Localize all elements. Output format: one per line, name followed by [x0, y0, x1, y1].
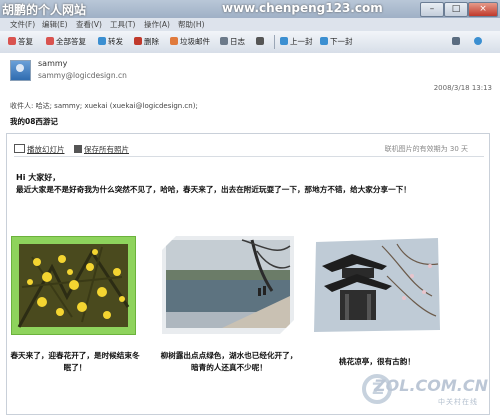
save-icon [74, 145, 82, 153]
sender-email[interactable]: sammy@logicdesign.cn [38, 71, 127, 80]
save-photos-label: 保存所有照片 [84, 145, 129, 154]
play-slideshow-label: 播放幻灯片 [27, 145, 65, 154]
menu-actions[interactable]: 操作(A) [144, 19, 170, 30]
play-slideshow-link[interactable]: 播放幻灯片 [14, 144, 65, 155]
delete-button[interactable]: 删除 [134, 36, 159, 48]
forward-button[interactable]: 转发 [98, 36, 123, 48]
maximize-button[interactable]: □ [444, 2, 468, 17]
caption-pavilion: 桃花凉亭，很有古韵！ [339, 357, 415, 366]
sender-name[interactable]: sammy [38, 59, 67, 68]
watermark-sub: 中关村在线 [438, 398, 478, 406]
menu-edit[interactable]: 编辑(E) [42, 19, 68, 30]
help-button[interactable] [474, 36, 484, 48]
greeting: Hi 大家好， [16, 173, 61, 182]
options-icon [452, 37, 460, 45]
forward-icon [98, 37, 106, 45]
link-validity: 联机图片的有效期为 30 天 [384, 145, 468, 153]
close-button[interactable]: × [468, 2, 498, 17]
next-label: 下一封 [330, 37, 353, 46]
recipients: 收件人: 哈达; sammy; xuekai (xuekai@logicdesi… [10, 102, 198, 110]
caption-flowers: 春天来了，迎春花开了，是时候结束冬眠了！ [10, 351, 140, 372]
calendar-label: 日志 [230, 37, 245, 46]
reply-button[interactable]: 答复 [8, 36, 33, 48]
message-date: 2008/3/18 13:13 [433, 84, 492, 92]
lake-image [162, 236, 294, 334]
reply-label: 答复 [18, 37, 33, 46]
calendar-icon [220, 37, 228, 45]
help-icon [474, 37, 482, 45]
photo-pavilion[interactable] [312, 236, 442, 334]
window-titlebar: 胡鹏的个人网站 www.chenpeng123.com – □ × [0, 0, 500, 18]
arrow-up-icon [280, 37, 288, 45]
junk-label: 垃圾邮件 [180, 37, 210, 46]
reply-all-button[interactable]: 全部答复 [46, 36, 86, 48]
avatar [10, 60, 31, 81]
delete-label: 删除 [144, 37, 159, 46]
forward-label: 转发 [108, 37, 123, 46]
photo-lake[interactable] [162, 236, 294, 334]
photo-flowers[interactable] [12, 237, 135, 334]
watermark-logo: ZOL.COM.CN [374, 376, 488, 395]
junk-icon [170, 37, 178, 45]
window-title-left: 胡鹏的个人网站 [2, 3, 87, 17]
message-subject: 我的08西游记 [10, 117, 58, 126]
slideshow-icon [14, 144, 25, 153]
menu-bar: 文件(F) 编辑(E) 查看(V) 工具(T) 操作(A) 帮助(H) [0, 18, 500, 31]
prev-label: 上一封 [290, 37, 313, 46]
body-paragraph: 最近大家是不是好奇我为什么突然不见了，哈哈，春天来了，出去在附近玩耍了一下，那地… [16, 185, 411, 194]
menu-view[interactable]: 查看(V) [76, 19, 102, 30]
save-photos-link[interactable]: 保存所有照片 [74, 144, 129, 155]
reply-all-icon [46, 37, 54, 45]
menu-file[interactable]: 文件(F) [10, 19, 35, 30]
menu-tools[interactable]: 工具(T) [110, 19, 135, 30]
arrow-down-icon [320, 37, 328, 45]
toolbar: 答复 全部答复 转发 删除 垃圾邮件 日志 上一封 下一封 [0, 31, 500, 54]
next-button[interactable]: 下一封 [320, 36, 353, 48]
window-title-right: www.chenpeng123.com [222, 1, 383, 15]
reply-all-label: 全部答复 [56, 37, 86, 46]
print-icon [256, 37, 264, 45]
options-button[interactable] [452, 36, 462, 48]
print-button[interactable] [256, 36, 266, 48]
calendar-button[interactable]: 日志 [220, 36, 245, 48]
delete-icon [134, 37, 142, 45]
flowers-image [17, 244, 130, 328]
menu-help[interactable]: 帮助(H) [178, 19, 205, 30]
reply-icon [8, 37, 16, 45]
minimize-button[interactable]: – [420, 2, 444, 17]
caption-lake: 柳树露出点点绿色，湖水也已经化开了，暗青的人还真不少呢！ [160, 351, 298, 372]
prev-button[interactable]: 上一封 [280, 36, 313, 48]
pavilion-image [314, 238, 440, 332]
message-header [0, 53, 500, 128]
junk-button[interactable]: 垃圾邮件 [170, 36, 210, 48]
toolbar-separator [274, 35, 275, 49]
slideshow-bar: 播放幻灯片 保存所有照片 联机图片的有效期为 30 天 [14, 142, 484, 157]
